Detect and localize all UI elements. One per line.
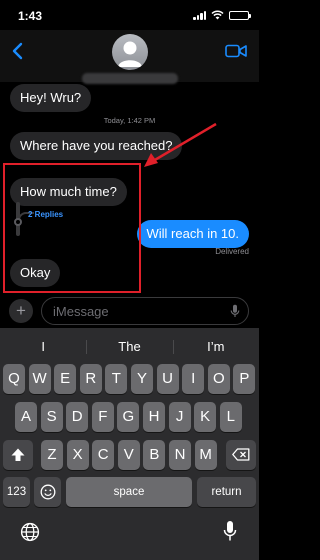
timestamp-day: Today	[103, 116, 124, 125]
key-m[interactable]: M	[194, 440, 217, 470]
key-l[interactable]: L	[219, 402, 242, 432]
key-j[interactable]: J	[168, 402, 191, 432]
status-time: 1:43	[18, 9, 43, 23]
cellular-signal-icon	[193, 10, 206, 20]
key-h[interactable]: H	[143, 402, 165, 432]
predictive-suggestions: I The I’m	[0, 332, 259, 362]
key-f[interactable]: F	[91, 402, 114, 432]
key-p[interactable]: P	[233, 364, 256, 394]
key-o[interactable]: O	[207, 364, 230, 394]
message-input[interactable]	[41, 297, 249, 325]
globe-icon[interactable]	[20, 522, 40, 542]
microphone-icon[interactable]	[230, 304, 240, 318]
key-y[interactable]: Y	[131, 364, 153, 394]
avatar[interactable]	[112, 34, 148, 70]
wifi-icon	[211, 10, 224, 20]
status-icons	[193, 10, 251, 20]
key-n[interactable]: N	[169, 440, 191, 470]
timestamp: Today, 1:42 PM	[103, 116, 156, 125]
key-r[interactable]: R	[79, 364, 102, 394]
video-camera-icon[interactable]	[225, 44, 247, 58]
keyboard-bottom-bar	[0, 514, 259, 560]
chevron-left-icon[interactable]	[10, 42, 26, 60]
battery-icon	[229, 10, 251, 20]
emoji-key[interactable]	[34, 477, 61, 507]
annotation-arrow-icon	[144, 122, 217, 167]
key-a[interactable]: A	[15, 402, 37, 432]
key-c[interactable]: C	[92, 440, 115, 470]
apps-plus-button[interactable]: +	[9, 299, 33, 323]
key-e[interactable]: E	[54, 364, 77, 394]
key-b[interactable]: B	[143, 440, 166, 470]
status-bar: 1:43	[0, 0, 259, 34]
shift-arrow-icon	[11, 448, 25, 461]
space-key[interactable]: space	[66, 477, 192, 507]
key-d[interactable]: D	[66, 402, 89, 432]
message-bubble-incoming[interactable]: Hey! Wru?	[10, 84, 92, 112]
delete-backspace-icon	[232, 448, 250, 461]
key-u[interactable]: U	[156, 364, 179, 394]
delete-key[interactable]	[226, 440, 256, 470]
return-key[interactable]: return	[197, 477, 256, 507]
suggestion-item[interactable]: The	[86, 332, 172, 362]
message-bubble-outgoing[interactable]: Will reach in 10.	[136, 220, 249, 248]
key-x[interactable]: X	[66, 440, 89, 470]
key-s[interactable]: S	[40, 402, 63, 432]
key-v[interactable]: V	[117, 440, 140, 470]
key-q[interactable]: Q	[3, 364, 25, 394]
delivery-status: Delivered	[215, 247, 249, 256]
microphone-icon[interactable]	[223, 520, 237, 542]
key-g[interactable]: G	[117, 402, 140, 432]
composer: +	[0, 294, 259, 328]
message-thread: Hey! Wru? Today, 1:42 PM Where have you …	[0, 82, 259, 294]
key-t[interactable]: T	[105, 364, 128, 394]
key-i[interactable]: I	[182, 364, 205, 394]
suggestion-item[interactable]: I	[0, 332, 86, 362]
shift-key[interactable]	[3, 440, 33, 470]
key-w[interactable]: W	[28, 364, 51, 394]
key-z[interactable]: Z	[41, 440, 63, 470]
key-k[interactable]: K	[194, 402, 217, 432]
conversation-header	[0, 30, 259, 84]
numbers-key[interactable]: 123	[3, 477, 30, 507]
person-icon	[118, 41, 142, 67]
annotation-highlight-box	[3, 163, 141, 293]
emoji-icon	[40, 484, 55, 500]
suggestion-item[interactable]: I’m	[172, 332, 259, 362]
